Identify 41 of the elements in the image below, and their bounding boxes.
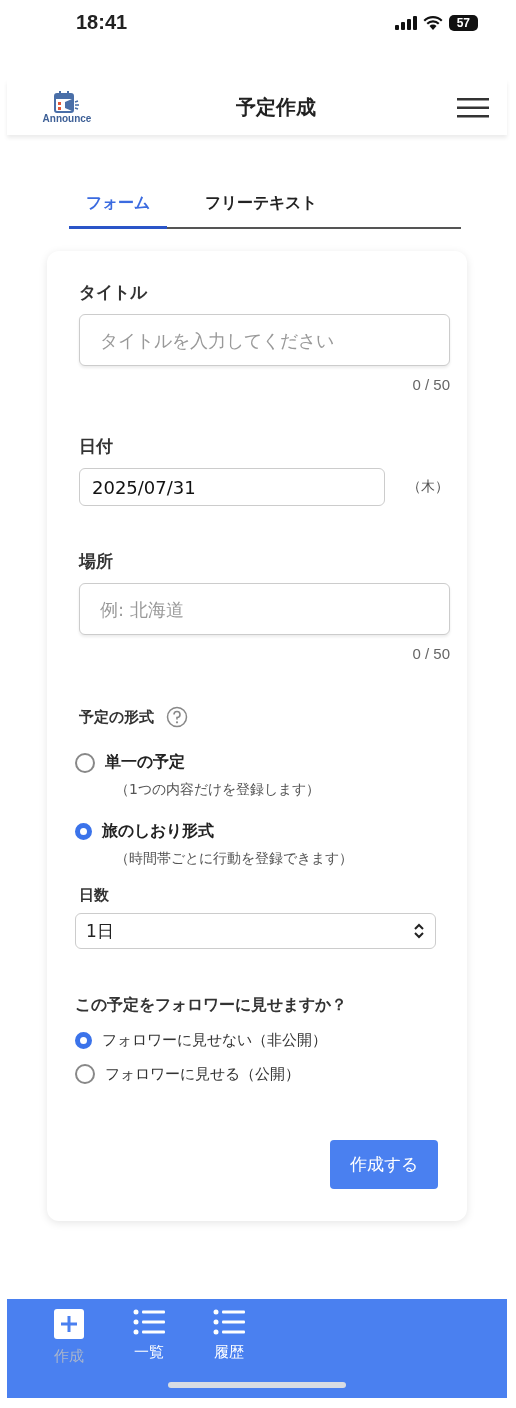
tab[interactable]: フォーム: [69, 185, 167, 229]
radio-button[interactable]: [75, 752, 95, 773]
option-label: フォロワーに見せない（非公開）: [102, 1031, 327, 1050]
date-input[interactable]: 2025/07/31: [79, 468, 385, 506]
tab[interactable]: フリーテキスト: [187, 185, 333, 229]
wifi-icon: [422, 15, 443, 30]
visibility-question: この予定をフォロワーに見せますか？: [75, 995, 348, 1016]
option-label: フォロワーに見せる（公開）: [105, 1064, 300, 1084]
field-label: 予定の形式: [79, 707, 154, 727]
status-time: 18:41: [76, 11, 128, 34]
character-counter: 0 / 50: [412, 376, 450, 393]
page-title: 予定作成: [236, 94, 316, 121]
field-label: 日数: [79, 886, 110, 905]
title-input[interactable]: タイトルを入力してください: [79, 314, 450, 366]
option-label: 単一の予定: [105, 752, 185, 773]
calendar-megaphone-icon: [54, 91, 80, 113]
radio-button[interactable]: [75, 1032, 92, 1049]
place-input[interactable]: 例: 北海道: [79, 583, 450, 635]
list-icon[interactable]: [133, 1309, 165, 1335]
nav-item[interactable]: 一覧: [134, 1343, 164, 1362]
option-description: （時間帯ごとに行動を登録できます）: [115, 850, 354, 868]
radio-button[interactable]: [75, 823, 92, 840]
field-label: 場所: [79, 550, 114, 573]
field-label: 日付: [79, 435, 114, 458]
create-button[interactable]: 作成する: [330, 1140, 438, 1189]
signal-icon: [394, 15, 417, 30]
option-description: （1つの内容だけを登録します）: [115, 781, 321, 799]
logo-text: Announce: [42, 113, 92, 124]
chevron-updown-icon: [413, 923, 425, 939]
radio-button[interactable]: [75, 1064, 95, 1084]
option-label: 旅のしおり形式: [102, 821, 214, 842]
battery-indicator: 57: [448, 14, 478, 31]
plus-icon[interactable]: [54, 1309, 84, 1339]
nav-item[interactable]: 履歴: [214, 1343, 244, 1362]
character-counter: 0 / 50: [412, 645, 450, 662]
field-label: タイトル: [79, 281, 149, 304]
menu-icon[interactable]: [457, 97, 489, 118]
help-icon[interactable]: [166, 706, 188, 728]
days-select[interactable]: 1日: [75, 913, 436, 949]
weekday-text: （木）: [407, 478, 449, 496]
list-icon[interactable]: [213, 1309, 245, 1335]
